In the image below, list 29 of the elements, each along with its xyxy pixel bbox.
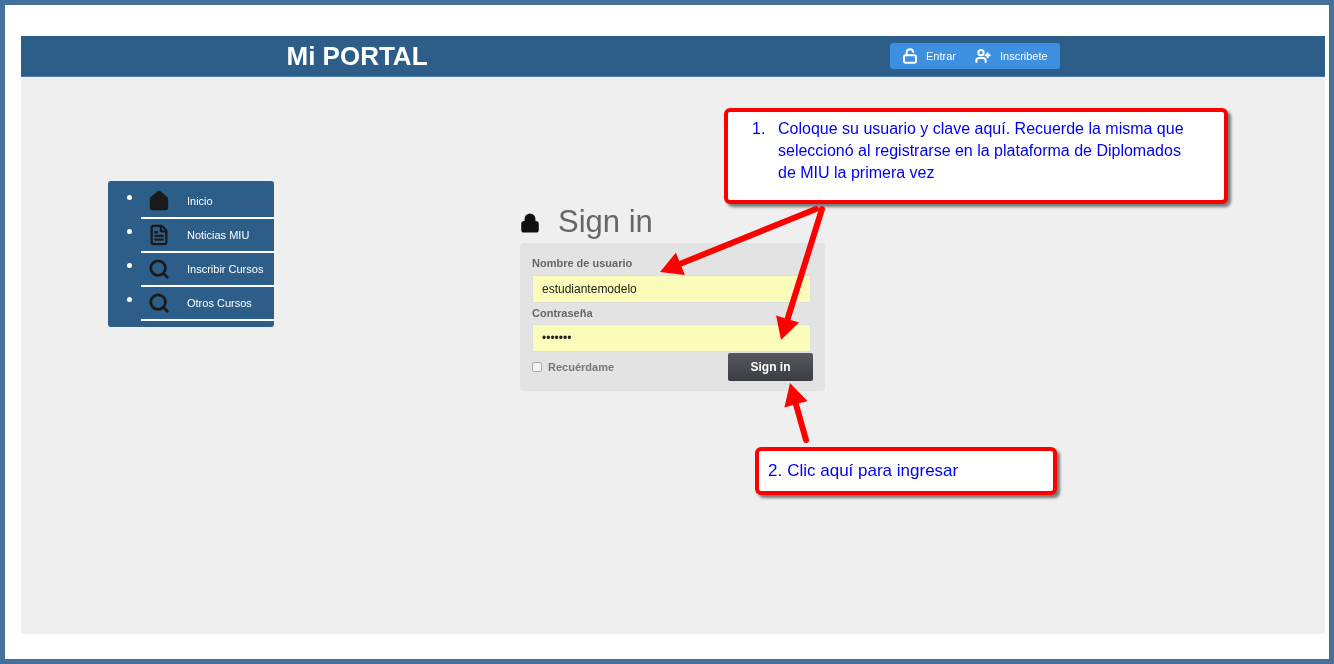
password-field[interactable]: ••••••• — [532, 324, 811, 352]
remember-label: Recuérdame — [548, 359, 615, 375]
callout-number: 1. — [752, 119, 767, 139]
search-icon — [148, 258, 170, 280]
field-label: Contraseña — [532, 305, 594, 321]
remember-checkbox[interactable] — [532, 362, 542, 372]
menu-item[interactable]: Otros Cursos — [141, 287, 274, 321]
arrow — [784, 383, 809, 443]
bullet-icon — [127, 297, 132, 302]
menu-item[interactable]: Noticias MIU — [141, 219, 274, 253]
add-user-icon — [973, 48, 992, 64]
field-label: Nombre de usuario — [532, 256, 634, 271]
site-title: Mi PORTAL — [286, 40, 428, 71]
callout-text: Coloque su usuario y clave aquí. Recuerde la misma que seleccionó al registrarse en la plataforma de Diplomados de MIU la primera vez — [778, 119, 1185, 183]
menu-item[interactable]: Inicio — [141, 185, 274, 219]
search-icon — [148, 292, 170, 314]
menu-item[interactable]: Inscribir Cursos — [141, 253, 274, 287]
padlock-icon — [520, 211, 540, 234]
bullet-icon — [127, 229, 132, 234]
username-field[interactable]: estudiantemodelo — [532, 274, 811, 303]
home-icon — [148, 190, 170, 212]
unlocked-padlock-icon — [902, 48, 918, 64]
callout-number: 2. — [768, 460, 783, 483]
callout-text: Clic aquí para ingresar — [787, 460, 959, 483]
signin-button[interactable]: Sign in — [728, 353, 813, 381]
document-icon — [148, 224, 170, 246]
signin-heading: Sign in — [558, 203, 653, 242]
bullet-icon — [127, 263, 132, 268]
bullet-icon — [127, 195, 132, 200]
